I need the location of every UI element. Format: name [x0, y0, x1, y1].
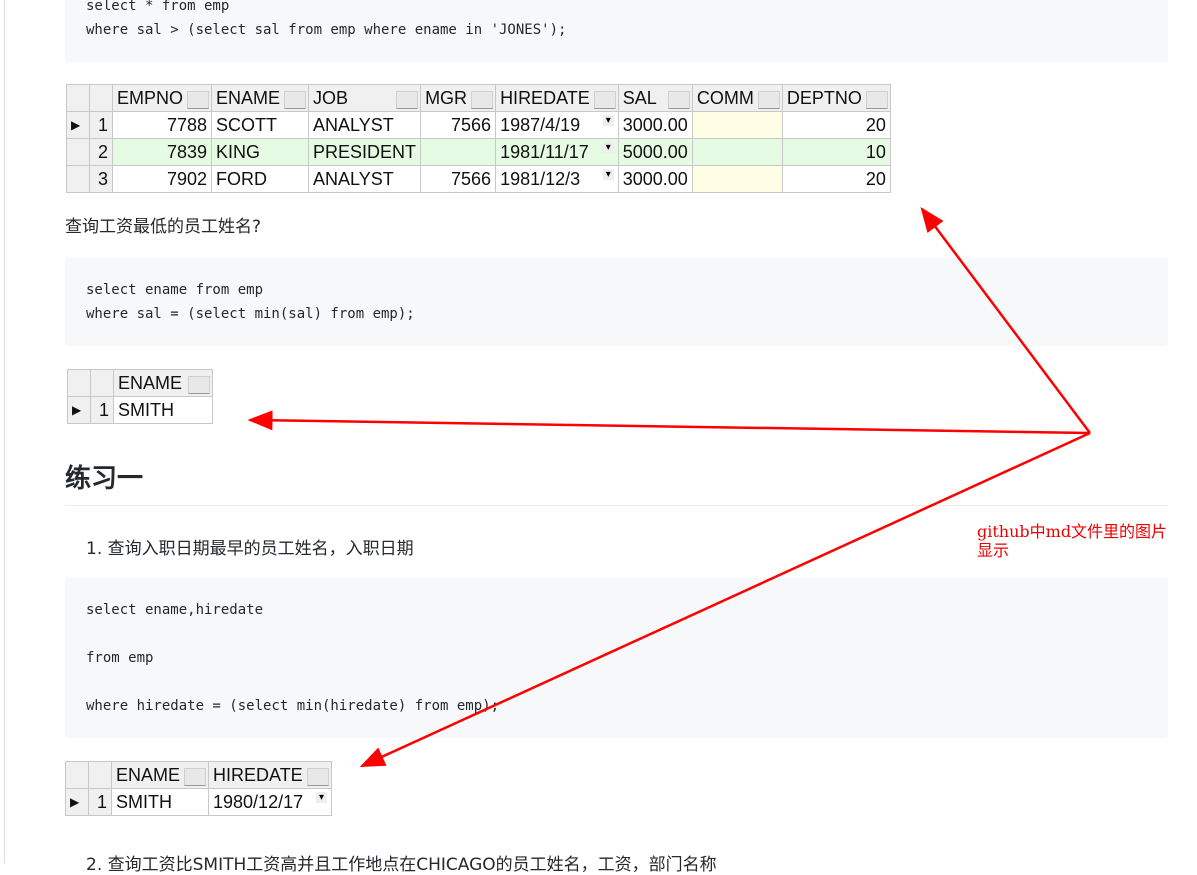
arrow-to-grid-1 [920, 207, 1091, 434]
arrow-to-grid-2 [247, 410, 1091, 435]
annotation-arrows [247, 207, 1091, 768]
arrow-to-grid-3 [359, 431, 1091, 768]
